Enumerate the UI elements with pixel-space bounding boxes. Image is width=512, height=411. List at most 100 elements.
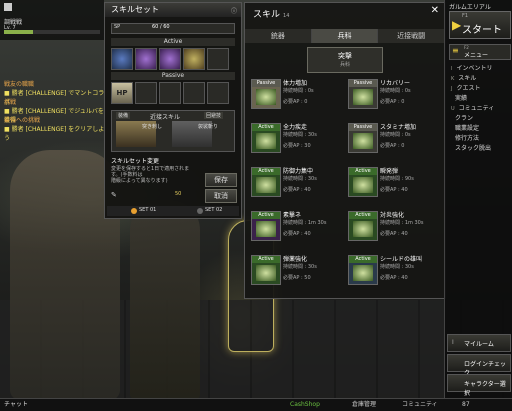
menu-item-label: クラン: [455, 115, 474, 122]
close-icon[interactable]: ✕: [431, 5, 439, 16]
skill-name: シールドの雄叫: [380, 256, 423, 263]
tab-firearms[interactable]: 銃器: [245, 29, 312, 43]
skill-name: 素撃ネ: [283, 212, 302, 219]
skill-icon[interactable]: Passive: [348, 123, 378, 153]
menu-item-key: J: [451, 86, 453, 92]
active-slot-3[interactable]: [159, 48, 181, 70]
menu-item[interactable]: J クエスト: [445, 84, 512, 94]
menu-item-label: スタック脱出: [455, 145, 492, 152]
menu-item[interactable]: I インベントリ: [445, 64, 512, 74]
menu-button[interactable]: ≡ F2 メニュー: [449, 44, 511, 60]
menu-bottom-item[interactable]: ログインチェック: [447, 354, 511, 377]
play-icon: ▶: [452, 18, 462, 32]
passive-slot-2[interactable]: [135, 82, 157, 104]
cashshop-button[interactable]: CashShop: [290, 399, 320, 411]
melee-skill-box: 装備 近接スキル 回避技 突き刺し 袈裟斬り: [111, 110, 235, 152]
menu-bottom-key: I: [452, 339, 454, 346]
set2-dot: [197, 208, 203, 214]
skill-name: 瞬発弾: [380, 168, 399, 175]
chat-button[interactable]: チャット: [4, 399, 28, 411]
storage-button[interactable]: 倉庫管理: [352, 399, 376, 411]
skill-icon[interactable]: Active: [251, 255, 281, 285]
active-slot-2[interactable]: [135, 48, 157, 70]
menu-item-label: クエスト: [456, 85, 481, 92]
skill-name: スタミナ増加: [380, 124, 417, 131]
menu-item[interactable]: クラン: [445, 114, 512, 124]
skill-duration: 持続時間 : 30s: [283, 176, 317, 182]
pencil-icon[interactable]: ✎: [111, 191, 117, 199]
set1-tab[interactable]: SET 01: [139, 207, 156, 213]
skill-type-tag: Active: [252, 256, 280, 263]
skill-card[interactable]: Active 全力疾走 持続時間 : 30s 必要AP : 30: [249, 121, 343, 153]
skill-name: 弾薬強化: [283, 256, 308, 263]
cost-label: 50: [175, 191, 182, 197]
skill-card[interactable]: Active 対炎強化 持続時間 : 1m 30s 必要AP : 40: [346, 209, 440, 241]
active-slot-1[interactable]: [111, 48, 133, 70]
skill-icon[interactable]: Passive: [251, 79, 281, 109]
skill-ap: 必要AP : 0: [380, 143, 405, 149]
set1-dot: [131, 208, 137, 214]
skill-icon[interactable]: Active: [348, 211, 378, 241]
passive-slot-3[interactable]: [159, 82, 181, 104]
menu-item[interactable]: スタック脱出: [445, 144, 512, 154]
skill-icon[interactable]: Active: [251, 211, 281, 241]
change-title: スキルセット変更: [111, 158, 160, 165]
skill-card[interactable]: Active 弾薬強化 持続時間 : 30s 必要AP : 50: [249, 253, 343, 285]
skill-icon[interactable]: Passive: [348, 79, 378, 109]
username: ガルムエリアル: [449, 4, 491, 11]
skill-card[interactable]: Passive 体力増加 持続時間 : 0s 必要AP : 0: [249, 77, 343, 109]
skill-card[interactable]: Active 素撃ネ 持続時間 : 1m 30s 必要AP : 40: [249, 209, 343, 241]
skill-icon[interactable]: Active: [251, 123, 281, 153]
menu-item-label: コミュニティ: [458, 105, 495, 112]
skill-ap: 必要AP : 30: [283, 143, 311, 149]
menu-bottom-item[interactable]: キャラクター選択: [447, 374, 511, 397]
exp-bar: [4, 30, 100, 34]
menu-item[interactable]: K スキル: [445, 74, 512, 84]
start-button[interactable]: ▶ F1 スタート: [449, 11, 511, 39]
chat-icon[interactable]: [4, 3, 12, 11]
menu-bottom-item[interactable]: I マイルーム: [447, 334, 511, 352]
skill-card[interactable]: Active 瞬発弾 持続時間 : 90s 必要AP : 40: [346, 165, 440, 197]
skill-type-tag: Passive: [252, 80, 280, 87]
tab-melee[interactable]: 近接戦闘: [378, 29, 446, 43]
menu-item[interactable]: 職業設定: [445, 124, 512, 134]
skill-card[interactable]: Passive リカバリー 持続時間 : 0s 必要AP : 0: [346, 77, 440, 109]
chat-message-3: 最強への挑戦 ■ 勝者 [CHALLENGE] をクリアしよう: [4, 117, 105, 142]
skill-card[interactable]: Active シールドの雄叫 持続時間 : 30s 必要AP : 40: [346, 253, 440, 285]
menu-item-key: I: [451, 66, 453, 72]
menu-item[interactable]: 修行方法: [445, 134, 512, 144]
skill-icon[interactable]: Active: [348, 167, 378, 197]
passive-slot-hp[interactable]: HP: [111, 82, 133, 104]
skill-name: 防御力集中: [283, 168, 314, 175]
skill-ap: 必要AP : 0: [283, 99, 308, 105]
skill-ap: 必要AP : 0: [380, 99, 405, 105]
skillset-info-icon[interactable]: ⓘ: [231, 6, 237, 15]
skill-duration: 持続時間 : 90s: [380, 176, 414, 182]
menu-bottom-label: マイルーム: [464, 341, 494, 348]
cancel-button[interactable]: 取消: [205, 189, 237, 203]
tab-class[interactable]: 兵科: [311, 29, 379, 43]
passive-slot-4[interactable]: [183, 82, 205, 104]
skill-card[interactable]: Active 防御力集中 持続時間 : 30s 必要AP : 40: [249, 165, 343, 197]
skill-duration: 持続時間 : 30s: [283, 132, 317, 138]
save-button[interactable]: 保存: [205, 173, 237, 187]
skill-icon[interactable]: Active: [251, 167, 281, 197]
passive-slot-5[interactable]: [207, 82, 229, 104]
skillset-title: スキルセット: [105, 3, 241, 17]
skill-type-tag: Active: [349, 168, 377, 175]
skill-icon[interactable]: Active: [348, 255, 378, 285]
menu-item-label: 修行方法: [455, 135, 480, 142]
active-slot-4[interactable]: [183, 48, 205, 70]
community-button[interactable]: コミュニティ: [402, 399, 438, 411]
skill-duration: 持続時間 : 0s: [380, 132, 411, 138]
menu-item[interactable]: U コミュニティ: [445, 104, 512, 114]
skill-name: 体力増加: [283, 80, 308, 87]
active-slot-5[interactable]: [207, 48, 229, 70]
menu-item[interactable]: 実績: [445, 94, 512, 104]
bottom-bar: チャット CashShop 倉庫管理 コミュニティ 87: [0, 398, 512, 411]
menu-item-key: K: [451, 76, 455, 82]
skill-duration: 持続時間 : 0s: [380, 88, 411, 94]
menu-items: I インベントリ K スキル J クエスト 実績 U コミュニティ クラン 職業設定 修行方法 スタック…: [445, 64, 512, 154]
set2-tab[interactable]: SET 02: [205, 207, 222, 213]
skill-card[interactable]: Passive スタミナ増加 持続時間 : 0s 必要AP : 0: [346, 121, 440, 153]
